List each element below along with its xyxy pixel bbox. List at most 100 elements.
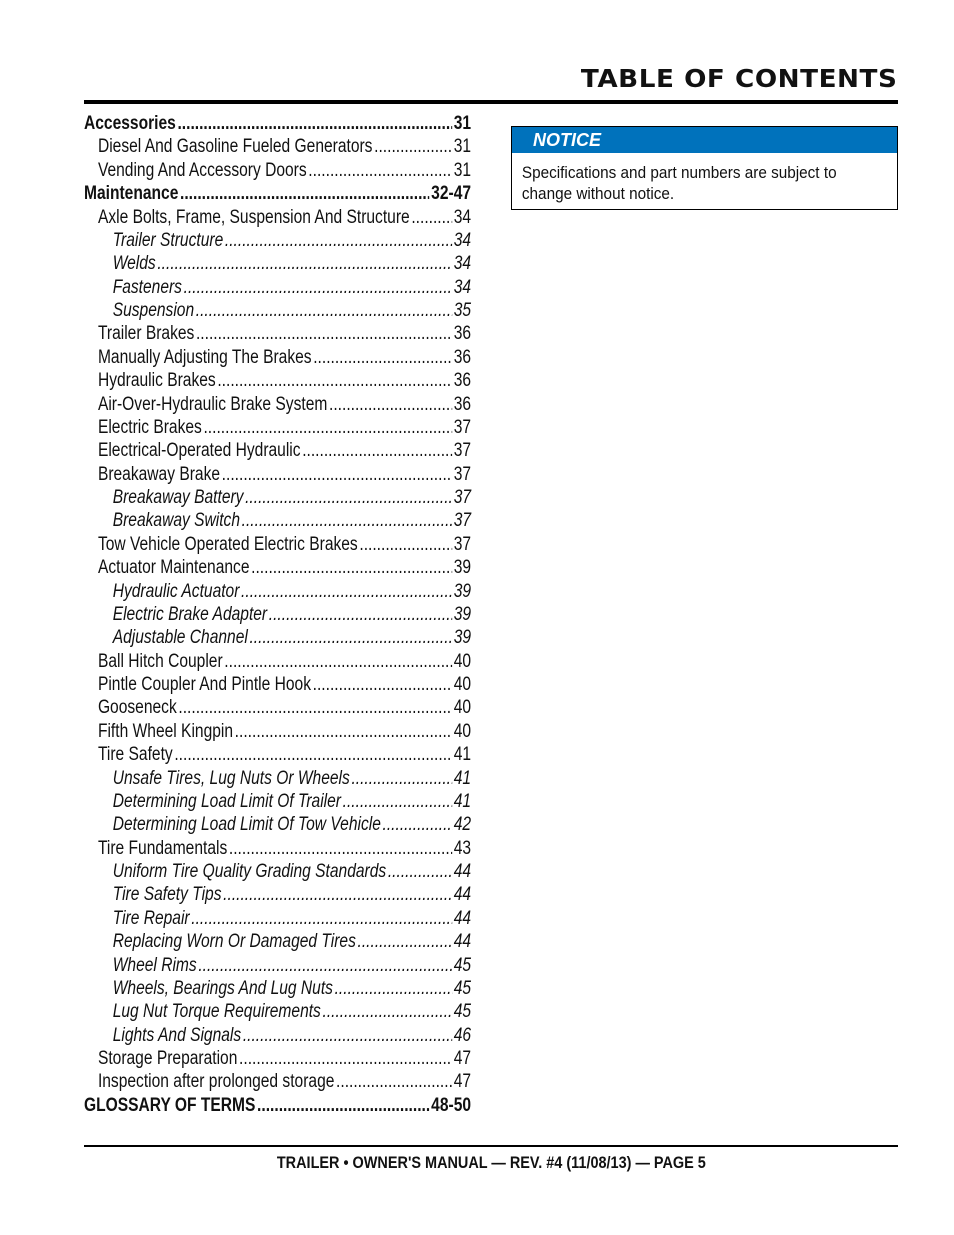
toc-entry-page: 36 — [453, 370, 472, 392]
toc-entry-page: 37 — [453, 416, 472, 438]
toc-entry[interactable]: Breakaway Switch 37 — [84, 509, 471, 532]
toc-entry[interactable]: Accessories 31 — [84, 112, 471, 135]
toc-entry[interactable]: Diesel And Gasoline Fueled Generators 31 — [84, 135, 471, 158]
toc-entry[interactable]: Welds 34 — [84, 252, 471, 275]
toc-entry[interactable]: Electrical-Operated Hydraulic 37 — [84, 439, 471, 462]
toc-entry[interactable]: Vending And Accessory Doors 31 — [84, 159, 471, 182]
dot-leader — [177, 112, 452, 135]
toc-entry-label: Tire Safety — [97, 744, 173, 766]
toc-entry-label: Maintenance — [84, 183, 179, 205]
toc-entry[interactable]: Trailer Brakes 36 — [84, 322, 471, 345]
dot-leader — [196, 322, 452, 345]
toc-entry[interactable]: Fifth Wheel Kingpin 40 — [84, 720, 471, 743]
toc-entry-page: 44 — [453, 861, 472, 882]
toc-entry[interactable]: Actuator Maintenance 39 — [84, 556, 471, 579]
toc-entry[interactable]: Tire Fundamentals 43 — [84, 837, 471, 860]
toc-entry-label: Wheel Rims — [112, 954, 197, 976]
toc-entry-label: Trailer Structure — [112, 229, 224, 251]
toc-entry[interactable]: Adjustable Channel 39 — [84, 626, 471, 649]
toc-entry[interactable]: Trailer Structure 34 — [84, 229, 471, 252]
toc-entry[interactable]: Lug Nut Torque Requirements 45 — [84, 1000, 471, 1023]
toc-entry[interactable]: Lights And Signals 46 — [84, 1024, 471, 1047]
toc-entry[interactable]: Fasteners 34 — [84, 276, 471, 299]
toc-entry-label: Ball Hitch Coupler — [97, 650, 223, 672]
toc-entry-label: Wheels, Bearings And Lug Nuts — [112, 977, 333, 999]
toc-entry-label: Vending And Accessory Doors — [97, 159, 307, 181]
toc-entry[interactable]: Determining Load Limit Of Tow Vehicle 42 — [84, 813, 471, 836]
toc-entry-page: 34 — [453, 206, 472, 228]
dot-leader — [157, 252, 452, 275]
dot-leader — [343, 790, 452, 813]
dot-leader — [302, 439, 452, 462]
dot-leader — [313, 346, 452, 369]
notice-box: NOTICE Specifications and part numbers a… — [511, 126, 898, 210]
dot-leader — [269, 603, 452, 626]
dot-leader — [203, 416, 452, 439]
toc-entry[interactable]: Ball Hitch Coupler 40 — [84, 650, 471, 673]
toc-entry-label: Tire Fundamentals — [97, 837, 228, 859]
toc-entry[interactable]: Manually Adjusting The Brakes 36 — [84, 346, 471, 369]
toc-entry-label: Suspension — [112, 300, 195, 321]
toc-entry[interactable]: Hydraulic Brakes 36 — [84, 369, 471, 392]
toc-entry[interactable]: Electric Brakes 37 — [84, 416, 471, 439]
toc-entry[interactable]: Air-Over-Hydraulic Brake System 36 — [84, 393, 471, 416]
toc-entry[interactable]: Wheels, Bearings And Lug Nuts 45 — [84, 977, 471, 1000]
toc-entry-page: 34 — [453, 253, 472, 275]
toc-entry-page: 44 — [453, 907, 472, 929]
toc-entry-label: Air-Over-Hydraulic Brake System — [97, 393, 328, 415]
toc-entry[interactable]: Hydraulic Actuator 39 — [84, 580, 471, 603]
toc-entry-page: 37 — [453, 440, 472, 462]
dot-leader — [224, 650, 452, 673]
toc-entry-page: 45 — [453, 977, 472, 999]
toc-entry[interactable]: Tire Safety Tips 44 — [84, 883, 471, 906]
toc-entry[interactable]: Uniform Tire Quality Grading Standards 44 — [84, 860, 471, 883]
toc-entry[interactable]: Replacing Worn Or Damaged Tires 44 — [84, 930, 471, 953]
toc-entry[interactable]: Inspection after prolonged storage 47 — [84, 1070, 471, 1093]
toc-entry-label: Accessories — [84, 113, 176, 134]
toc-entry[interactable]: Axle Bolts, Frame, Suspension And Struct… — [84, 206, 471, 229]
toc-entry-page: 47 — [453, 1071, 472, 1093]
toc-entry-page: 31 — [453, 159, 472, 181]
toc-entry-label: Manually Adjusting The Brakes — [97, 346, 312, 368]
dot-leader — [249, 626, 452, 649]
toc-entry-label: Hydraulic Actuator — [112, 580, 240, 602]
dot-leader — [336, 1070, 452, 1093]
dot-leader — [243, 1024, 452, 1047]
toc-entry-page: 40 — [453, 720, 472, 742]
toc-entry-label: GLOSSARY OF TERMS — [84, 1094, 256, 1116]
toc-entry-page: 37 — [453, 487, 472, 508]
dot-leader — [217, 369, 452, 392]
dot-leader — [335, 977, 452, 1000]
toc-entry[interactable]: Breakaway Battery 37 — [84, 486, 471, 509]
toc-entry-label: Gooseneck — [97, 697, 177, 719]
toc-entry[interactable]: Tire Repair 44 — [84, 907, 471, 930]
toc-entry-label: Lights And Signals — [112, 1024, 242, 1046]
toc-entry[interactable]: Electric Brake Adapter 39 — [84, 603, 471, 626]
toc-entry[interactable]: Pintle Coupler And Pintle Hook 40 — [84, 673, 471, 696]
toc-entry-page: 36 — [453, 346, 472, 368]
toc-entry-label: Tire Repair — [112, 907, 190, 929]
dot-leader — [196, 299, 452, 322]
toc-entry-label: Electric Brake Adapter — [112, 603, 268, 625]
toc-entry[interactable]: Gooseneck 40 — [84, 696, 471, 719]
toc-entry-page: 39 — [453, 603, 472, 625]
toc-entry-label: Pintle Coupler And Pintle Hook — [97, 674, 311, 695]
toc-entry-page: 36 — [453, 393, 472, 415]
toc-entry-page: 31 — [453, 136, 472, 158]
toc-entry[interactable]: Determining Load Limit Of Trailer 41 — [84, 790, 471, 813]
toc-entry[interactable]: Tire Safety 41 — [84, 743, 471, 766]
dot-leader — [198, 954, 452, 977]
toc-entry[interactable]: Maintenance 32-47 — [84, 182, 471, 205]
toc-entry[interactable]: Tow Vehicle Operated Electric Brakes 37 — [84, 533, 471, 556]
toc-entry[interactable]: Storage Preparation 47 — [84, 1047, 471, 1070]
toc-entry-page: 40 — [453, 674, 472, 695]
toc-entry[interactable]: Suspension 35 — [84, 299, 471, 322]
toc-entry-page: 45 — [453, 1001, 472, 1023]
dot-leader — [180, 182, 430, 205]
toc-entry-page: 39 — [453, 557, 472, 579]
toc-entry[interactable]: Breakaway Brake 37 — [84, 463, 471, 486]
toc-entry[interactable]: GLOSSARY OF TERMS 48-50 — [84, 1094, 471, 1117]
toc-entry[interactable]: Unsafe Tires, Lug Nuts Or Wheels 41 — [84, 767, 471, 790]
toc-entry[interactable]: Wheel Rims 45 — [84, 954, 471, 977]
toc-entry-page: 32-47 — [431, 183, 472, 205]
